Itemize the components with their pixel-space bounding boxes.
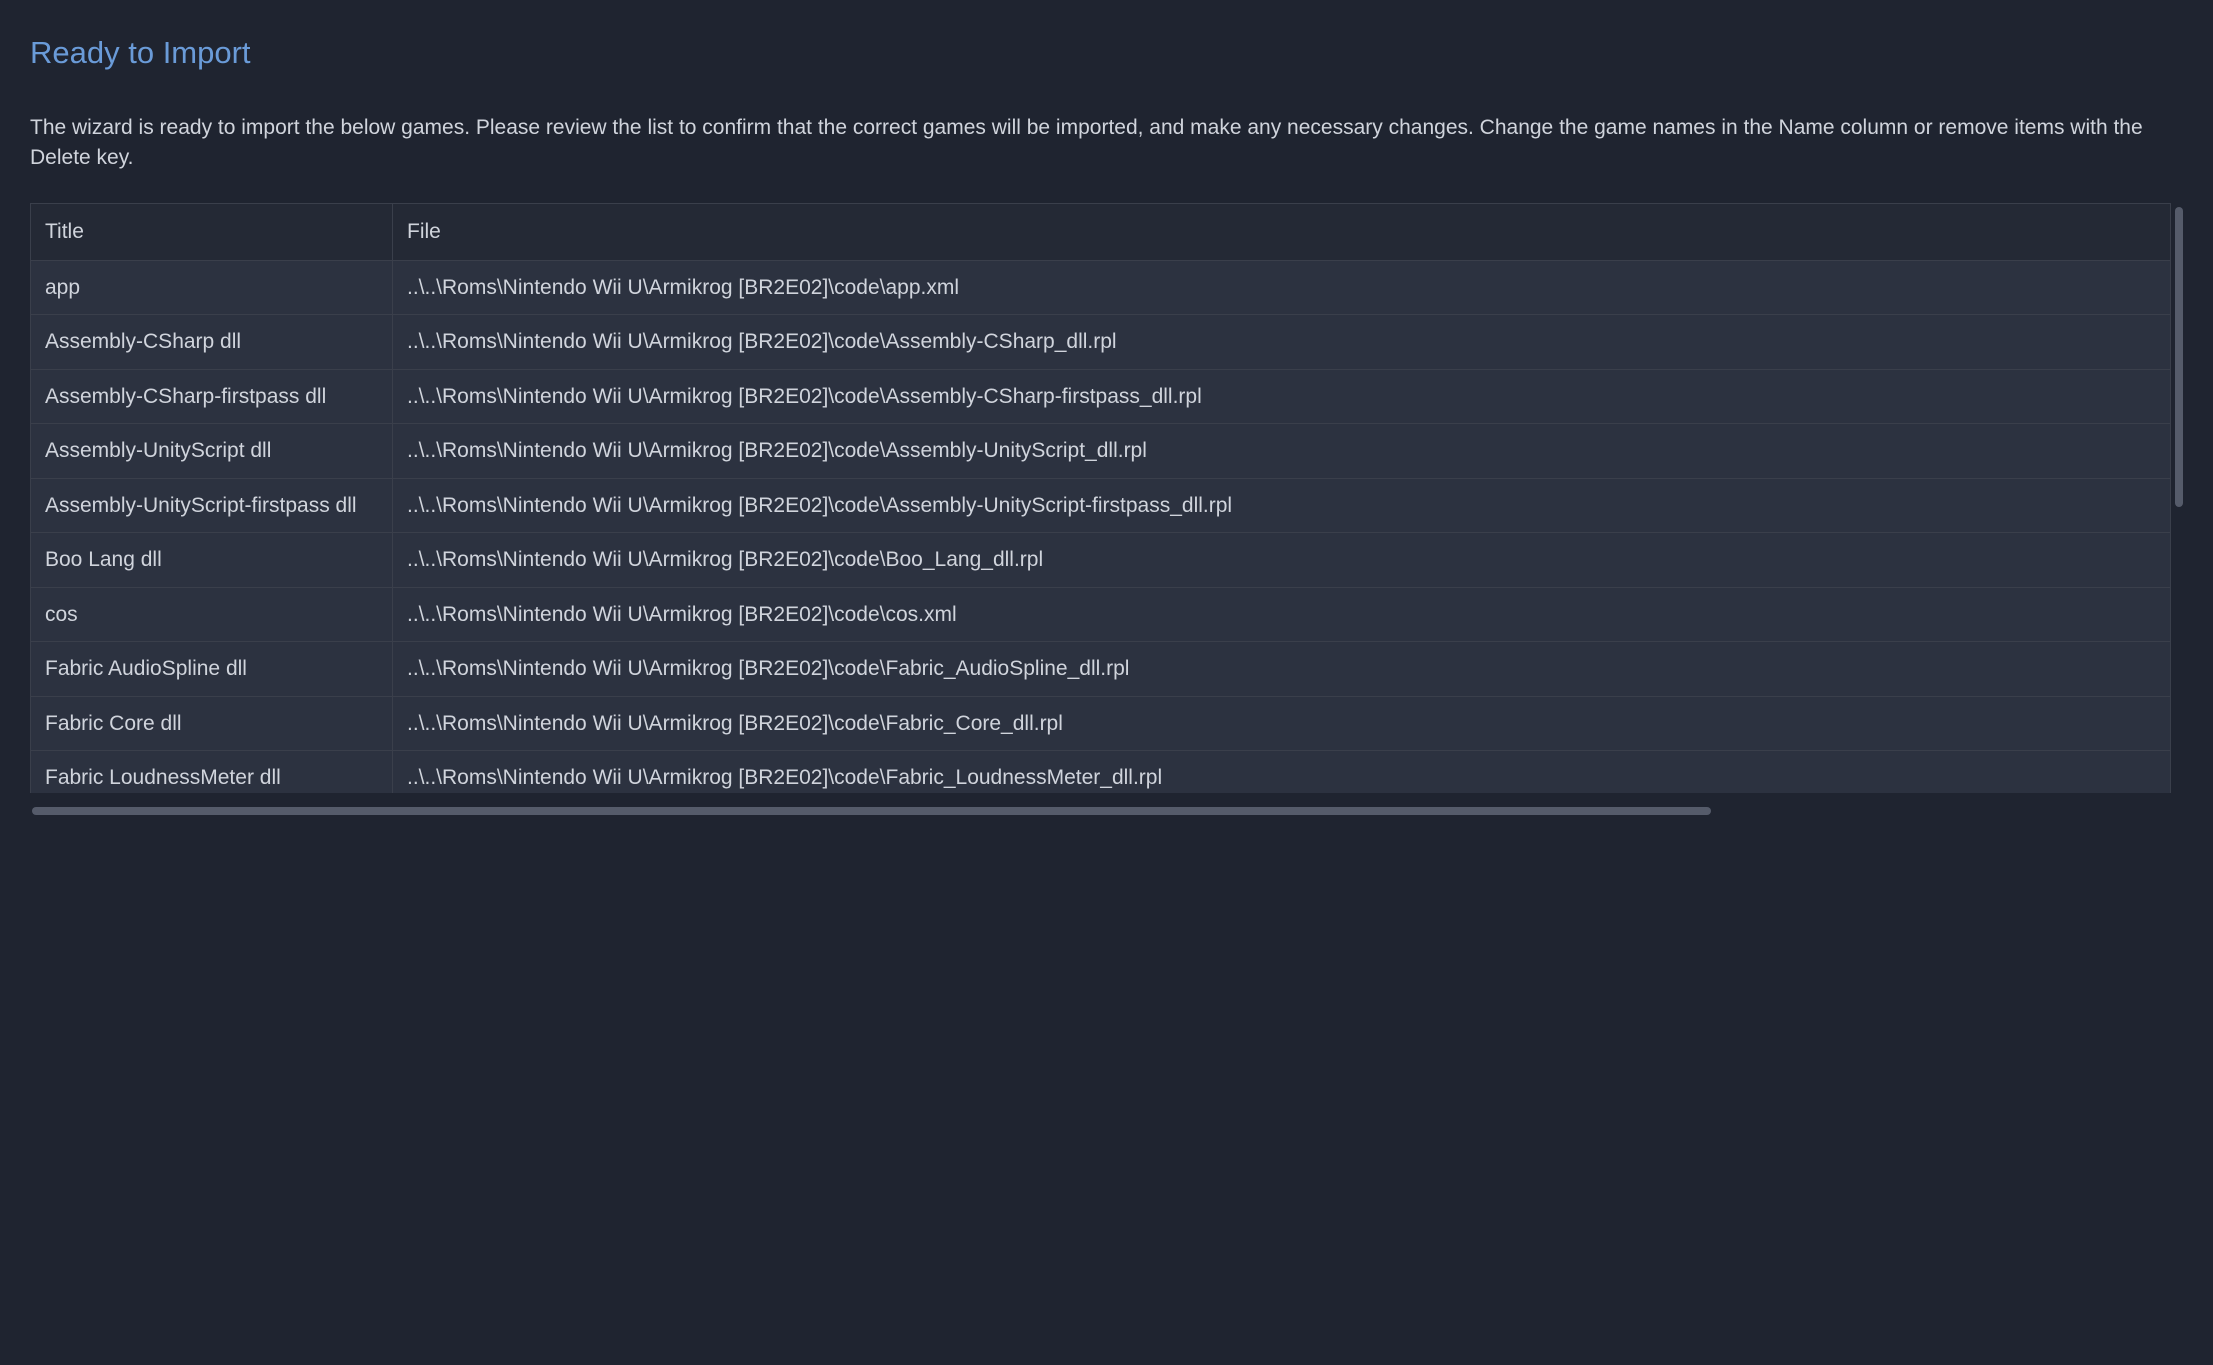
table-row[interactable]: Fabric AudioSpline dll..\..\Roms\Nintend…: [31, 642, 2171, 697]
table-row[interactable]: Assembly-CSharp-firstpass dll..\..\Roms\…: [31, 369, 2171, 424]
column-header-title[interactable]: Title: [31, 204, 393, 261]
table-row[interactable]: Boo Lang dll..\..\Roms\Nintendo Wii U\Ar…: [31, 533, 2171, 588]
cell-file[interactable]: ..\..\Roms\Nintendo Wii U\Armikrog [BR2E…: [393, 369, 2171, 424]
table-row[interactable]: Assembly-CSharp dll..\..\Roms\Nintendo W…: [31, 315, 2171, 370]
cell-title[interactable]: Fabric LoudnessMeter dll: [31, 751, 393, 794]
import-table: Title File app..\..\Roms\Nintendo Wii U\…: [30, 203, 2171, 793]
cell-file[interactable]: ..\..\Roms\Nintendo Wii U\Armikrog [BR2E…: [393, 424, 2171, 479]
page-title: Ready to Import: [30, 30, 2183, 77]
cell-title[interactable]: Fabric Core dll: [31, 696, 393, 751]
cell-title[interactable]: app: [31, 260, 393, 315]
table-row[interactable]: Fabric LoudnessMeter dll..\..\Roms\Ninte…: [31, 751, 2171, 794]
cell-file[interactable]: ..\..\Roms\Nintendo Wii U\Armikrog [BR2E…: [393, 696, 2171, 751]
horizontal-scrollbar[interactable]: [32, 807, 1711, 815]
table-row[interactable]: Assembly-UnityScript-firstpass dll..\..\…: [31, 478, 2171, 533]
table-row[interactable]: app..\..\Roms\Nintendo Wii U\Armikrog [B…: [31, 260, 2171, 315]
table-scroll-container: Title File app..\..\Roms\Nintendo Wii U\…: [30, 203, 2183, 815]
column-header-file[interactable]: File: [393, 204, 2171, 261]
table-row[interactable]: Assembly-UnityScript dll..\..\Roms\Ninte…: [31, 424, 2171, 479]
cell-title[interactable]: Assembly-UnityScript dll: [31, 424, 393, 479]
cell-title[interactable]: Fabric AudioSpline dll: [31, 642, 393, 697]
cell-file[interactable]: ..\..\Roms\Nintendo Wii U\Armikrog [BR2E…: [393, 642, 2171, 697]
table-row[interactable]: Fabric Core dll..\..\Roms\Nintendo Wii U…: [31, 696, 2171, 751]
cell-file[interactable]: ..\..\Roms\Nintendo Wii U\Armikrog [BR2E…: [393, 315, 2171, 370]
cell-file[interactable]: ..\..\Roms\Nintendo Wii U\Armikrog [BR2E…: [393, 260, 2171, 315]
cell-file[interactable]: ..\..\Roms\Nintendo Wii U\Armikrog [BR2E…: [393, 533, 2171, 588]
cell-title[interactable]: Boo Lang dll: [31, 533, 393, 588]
cell-title[interactable]: Assembly-CSharp dll: [31, 315, 393, 370]
cell-file[interactable]: ..\..\Roms\Nintendo Wii U\Armikrog [BR2E…: [393, 751, 2171, 794]
cell-title[interactable]: Assembly-CSharp-firstpass dll: [31, 369, 393, 424]
table-header-row: Title File: [31, 204, 2171, 261]
vertical-scrollbar[interactable]: [2175, 207, 2183, 507]
cell-title[interactable]: Assembly-UnityScript-firstpass dll: [31, 478, 393, 533]
table-row[interactable]: cos..\..\Roms\Nintendo Wii U\Armikrog [B…: [31, 587, 2171, 642]
cell-title[interactable]: cos: [31, 587, 393, 642]
cell-file[interactable]: ..\..\Roms\Nintendo Wii U\Armikrog [BR2E…: [393, 478, 2171, 533]
page-description: The wizard is ready to import the below …: [30, 113, 2183, 174]
cell-file[interactable]: ..\..\Roms\Nintendo Wii U\Armikrog [BR2E…: [393, 587, 2171, 642]
import-table-wrapper[interactable]: Title File app..\..\Roms\Nintendo Wii U\…: [30, 203, 2183, 793]
